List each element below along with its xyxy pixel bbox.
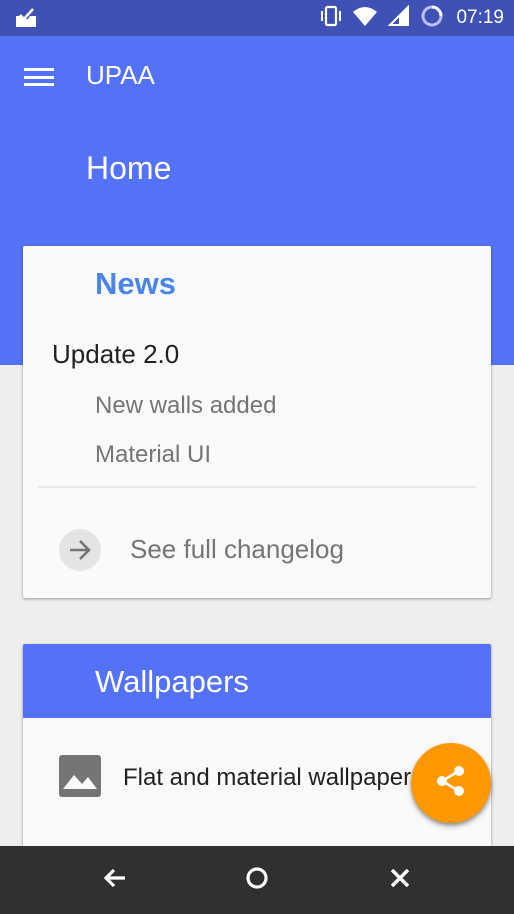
home-button[interactable] (237, 860, 277, 900)
wallpapers-title: Wallpapers (95, 664, 249, 699)
news-card: News Update 2.0 New walls added Material… (23, 246, 491, 598)
wallpapers-header: Wallpapers (23, 644, 491, 718)
close-button[interactable] (380, 860, 420, 900)
status-bar: 07:19 (0, 0, 514, 36)
changelog-label: See full changelog (130, 534, 344, 564)
page-title: Home (86, 150, 172, 186)
navigation-bar (0, 846, 514, 914)
see-changelog-button[interactable]: See full changelog (23, 516, 491, 584)
wifi-icon (352, 5, 378, 31)
divider (38, 486, 476, 488)
signal-icon (388, 4, 410, 31)
back-icon (101, 864, 129, 896)
update-item: Material UI (95, 441, 212, 468)
arrow-right-icon (59, 529, 101, 571)
update-title: Update 2.0 (52, 339, 180, 369)
status-icons: 07:19 (320, 0, 504, 36)
status-time: 07:19 (456, 7, 504, 28)
image-icon (58, 754, 102, 802)
wallpapers-card: Wallpapers Flat and material wallpapers (23, 644, 491, 864)
vibrate-icon (320, 5, 342, 31)
news-title: News (95, 266, 176, 301)
app-title: UPAA (86, 60, 155, 90)
update-item: New walls added (95, 392, 277, 419)
wallpapers-item-label: Flat and material wallpapers (123, 764, 423, 791)
home-icon (243, 864, 271, 896)
share-button[interactable] (411, 743, 491, 823)
back-button[interactable] (95, 860, 135, 900)
share-icon (433, 763, 469, 803)
notification-inbox-icon (14, 7, 38, 33)
close-icon (386, 864, 414, 896)
battery-loading-icon (420, 4, 444, 32)
hamburger-menu-icon[interactable] (22, 64, 58, 90)
screen: 07:19 UPAA Home News Update 2.0 New wall… (0, 0, 514, 914)
